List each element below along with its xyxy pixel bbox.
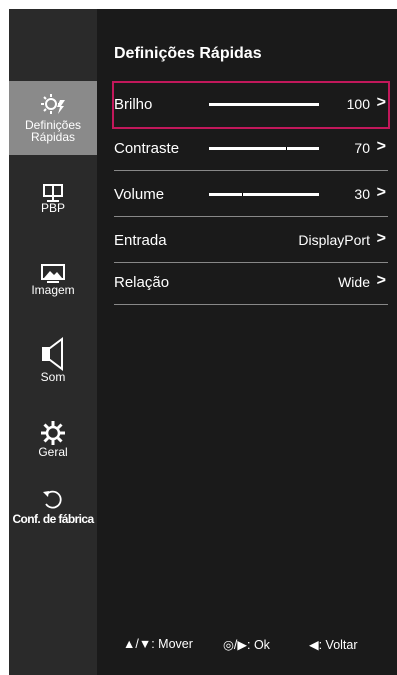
sidebar-item-quick-settings[interactable]: Definições Rápidas <box>9 81 97 155</box>
chevron-right-icon: > <box>376 138 386 155</box>
gear-icon <box>41 421 65 445</box>
reset-icon <box>43 490 62 509</box>
divider <box>114 170 388 171</box>
brightness-slider[interactable] <box>209 103 319 106</box>
sidebar-item-label: Rápidas <box>30 130 76 144</box>
picture-icon <box>41 264 65 283</box>
move-hint: ▲/▼: Mover <box>123 637 193 651</box>
sidebar-item-sound[interactable]: Som <box>9 337 97 389</box>
setting-label: Entrada <box>114 232 167 249</box>
setting-label: Contraste <box>114 140 180 157</box>
sidebar-item-picture[interactable]: Imagem <box>9 264 97 308</box>
chevron-right-icon: > <box>376 184 386 201</box>
sidebar-item-label: Som <box>40 370 66 384</box>
ok-hint: ◎/▶: Ok <box>223 638 270 652</box>
slider-knob <box>286 147 287 150</box>
chevron-right-icon: > <box>376 272 386 289</box>
chevron-right-icon: > <box>376 94 386 111</box>
setting-value: DisplayPort <box>298 232 370 248</box>
volume-slider[interactable] <box>209 193 319 196</box>
setting-row-brightness[interactable]: Brilho 100 > <box>112 81 390 129</box>
contrast-slider[interactable] <box>209 147 319 150</box>
divider <box>114 216 388 217</box>
setting-value: 30 <box>354 186 370 202</box>
setting-row-ratio[interactable]: Relação Wide > <box>114 261 388 305</box>
sidebar-item-factory-reset[interactable]: Conf. de fábrica <box>9 487 97 535</box>
divider <box>114 304 388 305</box>
speaker-icon <box>42 337 63 371</box>
setting-label: Relação <box>114 274 170 291</box>
setting-row-contrast[interactable]: Contraste 70 > <box>114 127 388 171</box>
sidebar-item-general[interactable]: Geral <box>9 420 97 466</box>
chevron-right-icon: > <box>376 230 386 247</box>
quick-settings-icon <box>41 94 65 114</box>
setting-value: Wide <box>338 274 370 290</box>
sidebar-item-label: Geral <box>38 445 68 459</box>
setting-label: Brilho <box>114 96 153 113</box>
main-panel: Definições Rápidas Brilho 100 > Contrast… <box>97 9 397 675</box>
setting-row-volume[interactable]: Volume 30 > <box>114 173 388 217</box>
back-hint: ◀: Voltar <box>309 638 358 652</box>
sidebar-item-pbp[interactable]: PBP <box>9 184 97 228</box>
sidebar-item-label: PBP <box>40 201 65 215</box>
sidebar: Definições Rápidas PBP Imagem Som Geral … <box>9 9 97 675</box>
setting-row-input[interactable]: Entrada DisplayPort > <box>114 219 388 263</box>
setting-value: 100 <box>346 96 370 112</box>
setting-value: 70 <box>354 140 370 156</box>
pbp-icon <box>43 184 63 202</box>
sidebar-item-label: Conf. de fábrica <box>12 512 94 526</box>
page-title: Definições Rápidas <box>114 45 262 62</box>
setting-label: Volume <box>114 186 165 203</box>
slider-knob <box>242 193 243 196</box>
sidebar-item-label: Imagem <box>31 283 75 297</box>
